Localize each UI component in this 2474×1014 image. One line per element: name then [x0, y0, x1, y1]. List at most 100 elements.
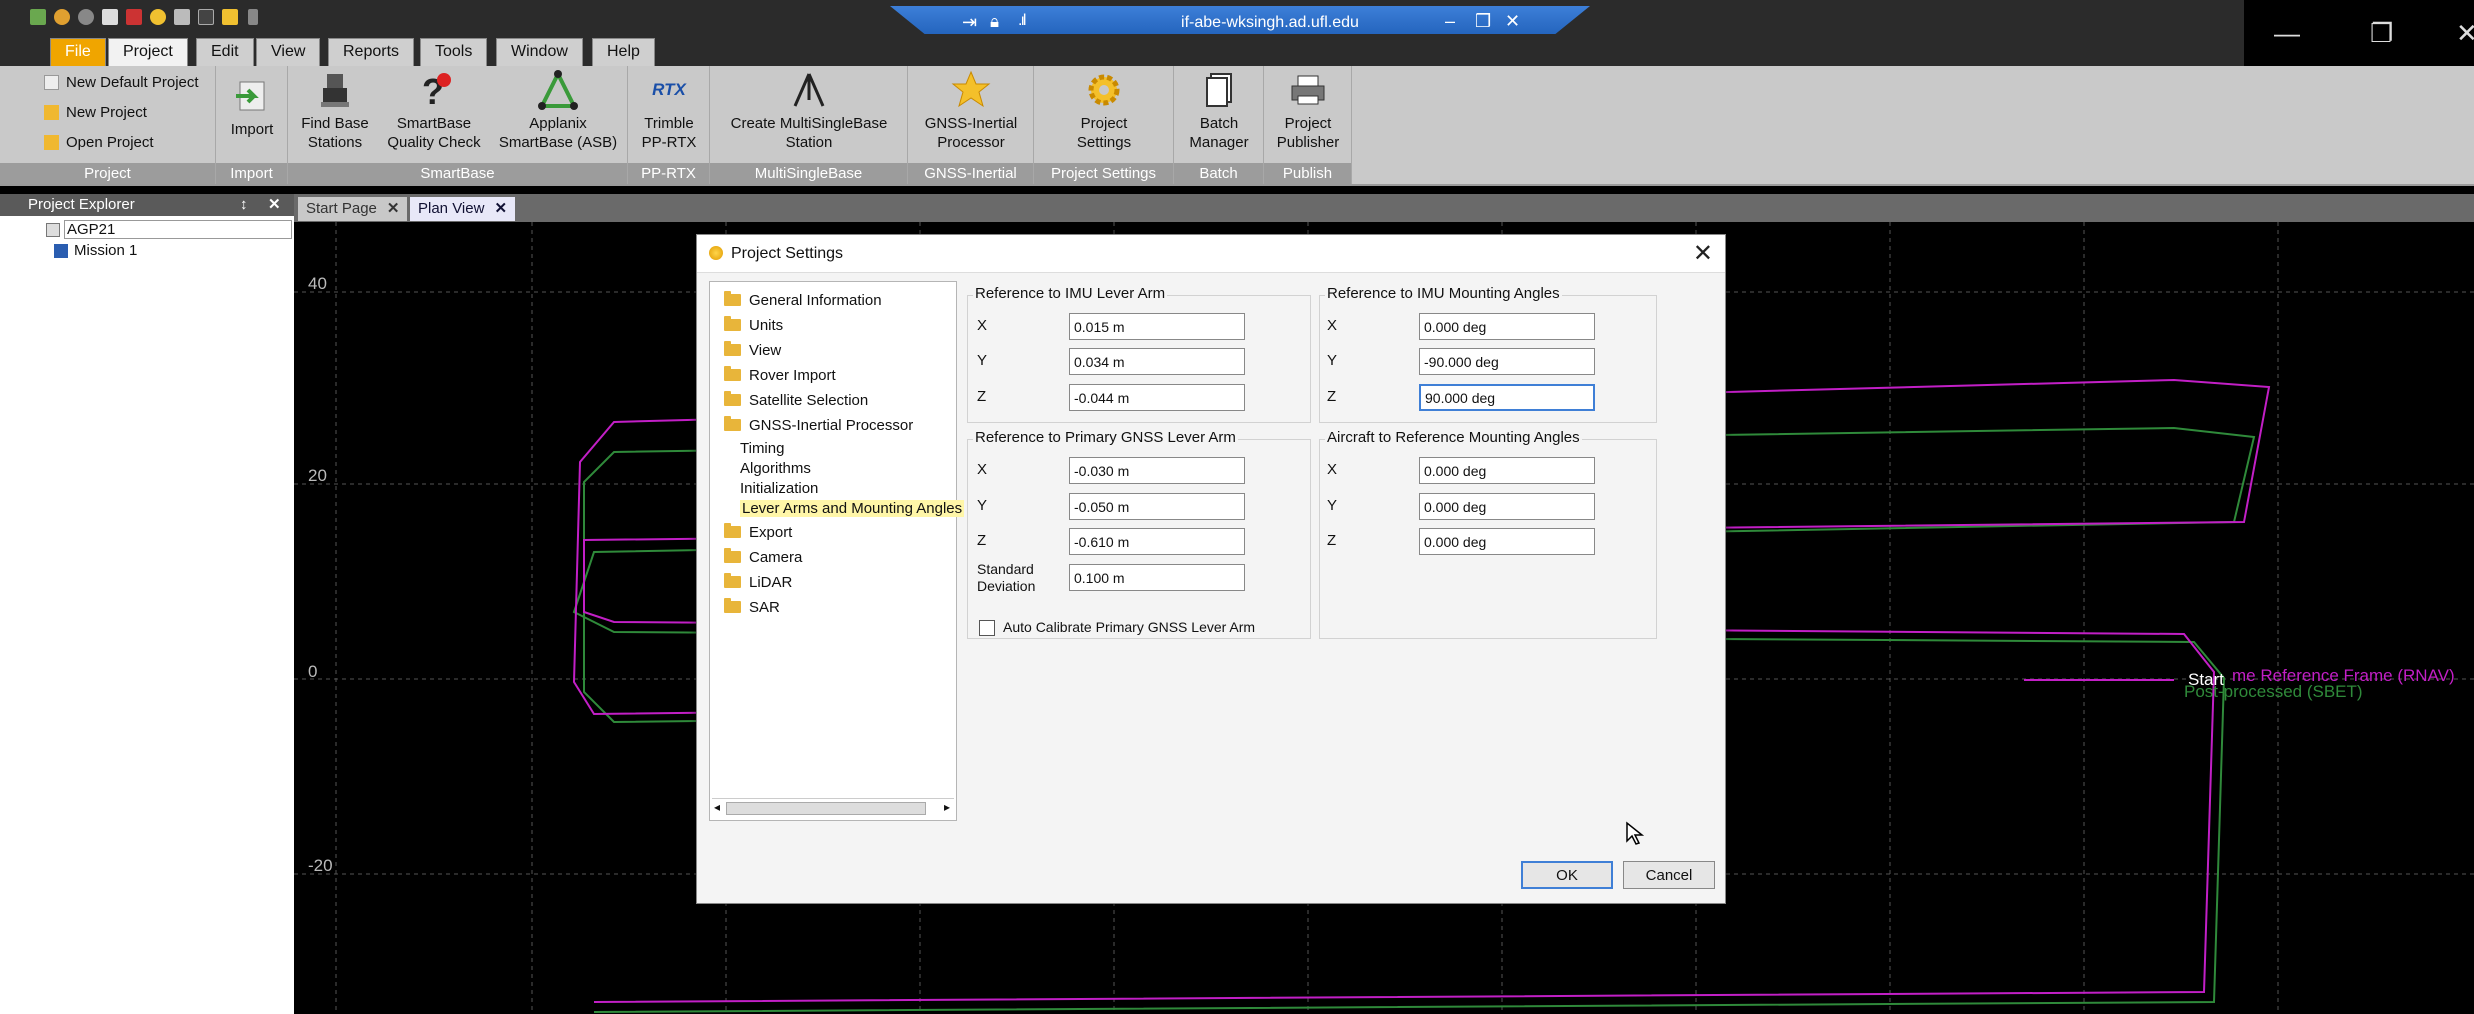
trimble-pprtx-button[interactable]: RTX Trimble PP-RTX — [636, 70, 702, 152]
tab-edit[interactable]: Edit — [196, 38, 254, 66]
imu-angle-y-input[interactable] — [1419, 348, 1595, 375]
tree-node-lever-arms-and-mounting-angles[interactable]: Lever Arms and Mounting Angles — [740, 500, 965, 517]
batch-manager-button[interactable]: Batch Manager — [1182, 70, 1256, 152]
save-icon[interactable] — [126, 9, 142, 25]
tab-view[interactable]: View — [256, 38, 321, 66]
tab-help[interactable]: Help — [592, 38, 655, 66]
imu-lever-z-input[interactable] — [1069, 384, 1245, 411]
lock-icon[interactable]: 🔒︎ — [990, 12, 999, 32]
tree-node-rover-import[interactable]: Rover Import — [724, 366, 836, 384]
new-default-project-button[interactable]: New Default Project — [44, 74, 199, 91]
auto-calibrate-label[interactable]: Auto Calibrate Primary GNSS Lever Arm — [1003, 619, 1255, 635]
applanix-smartbase-button[interactable]: Applanix SmartBase (ASB) — [494, 70, 622, 152]
tree-node-timing[interactable]: Timing — [740, 440, 784, 457]
printer-icon — [1291, 75, 1325, 105]
project-publisher-button[interactable]: Project Publisher — [1272, 70, 1344, 152]
tab-start-page[interactable]: Start Page ✕ — [298, 197, 408, 221]
imu-angle-z-label: Z — [1327, 388, 1337, 405]
imu-angle-y-label: Y — [1327, 352, 1338, 369]
tree-node-algorithms[interactable]: Algorithms — [740, 460, 811, 477]
tree-node-camera[interactable]: Camera — [724, 548, 802, 566]
imu-lever-x-label: X — [977, 317, 988, 334]
tab-reports[interactable]: Reports — [328, 38, 415, 66]
close-button[interactable]: ✕ — [2456, 18, 2474, 49]
minimize-button[interactable]: — — [2274, 18, 2300, 49]
tree-item-project[interactable]: AGP21 — [64, 220, 292, 239]
gnss-lever-z-input[interactable] — [1069, 528, 1245, 555]
scroll-thumb[interactable] — [726, 802, 926, 815]
dialog-close-button[interactable]: ✕ — [1693, 239, 1713, 268]
publish-line2: Publisher — [1276, 134, 1340, 151]
aircraft-angle-z-input[interactable] — [1419, 528, 1595, 555]
tree-node-view[interactable]: View — [724, 341, 782, 359]
cancel-button[interactable]: Cancel — [1623, 861, 1715, 889]
ribbon-group-batch: Batch Manager Batch — [1174, 66, 1264, 184]
restore-button[interactable]: ❐ — [2370, 18, 2393, 49]
import-button[interactable]: Import — [224, 76, 280, 139]
redo-icon[interactable] — [78, 9, 94, 25]
gnss-lever-x-input[interactable] — [1069, 457, 1245, 484]
msb-line1: Create MultiSingleBase — [730, 115, 888, 132]
tree-node-sar[interactable]: SAR — [724, 598, 780, 616]
project-settings-button[interactable]: Project Settings — [1042, 70, 1166, 152]
tree-node-gnss-inertial-processor[interactable]: GNSS-Inertial Processor — [724, 416, 913, 434]
tree-horizontal-scrollbar[interactable]: ◂ ▸ — [712, 798, 954, 818]
find-base-stations-button[interactable]: Find Base Stations — [298, 70, 372, 152]
create-multisinglebase-button[interactable]: Create MultiSingleBase Station — [718, 70, 900, 152]
tab-project[interactable]: Project — [108, 38, 188, 66]
aircraft-angle-y-input[interactable] — [1419, 493, 1595, 520]
tree-node-lidar[interactable]: LiDAR — [724, 573, 792, 591]
tab-plan-view[interactable]: Plan View ✕ — [410, 197, 516, 221]
tab-tools[interactable]: Tools — [420, 38, 488, 66]
document-icon[interactable] — [174, 9, 190, 25]
auto-calibrate-checkbox[interactable] — [979, 620, 995, 636]
customize-toolbar-icon[interactable] — [248, 9, 258, 25]
tree-node-satellite-selection[interactable]: Satellite Selection — [724, 391, 868, 409]
tab-window[interactable]: Window — [496, 38, 583, 66]
scroll-left-icon[interactable]: ◂ — [714, 800, 720, 814]
remote-host: if-abe-wksingh.ad.ufl.edu — [1181, 14, 1359, 31]
ok-button[interactable]: OK — [1521, 861, 1613, 889]
folder-icon — [724, 366, 741, 381]
open-project-label: Open Project — [66, 134, 154, 151]
open-project-button[interactable]: Open Project — [44, 134, 154, 151]
standard-deviation-input[interactable] — [1069, 564, 1245, 591]
pin-icon[interactable]: ⇥ — [962, 12, 977, 33]
star-icon — [951, 70, 991, 108]
imu-angle-z-input[interactable] — [1419, 384, 1595, 411]
tab-file[interactable]: File — [50, 38, 106, 66]
dialog-title: Project Settings — [731, 245, 844, 262]
aircraft-angle-x-input[interactable] — [1419, 457, 1595, 484]
gnss-inertial-processor-button[interactable]: GNSS-Inertial Processor — [916, 70, 1026, 152]
imu-angle-x-input[interactable] — [1419, 313, 1595, 340]
smartbase-quality-check-button[interactable]: ? SmartBase Quality Check — [382, 70, 486, 152]
close-tab-icon[interactable]: ✕ — [494, 200, 507, 217]
new-project-button[interactable]: New Project — [44, 104, 147, 121]
undo-icon[interactable] — [54, 9, 70, 25]
tree-node-general-information[interactable]: General Information — [724, 291, 882, 309]
close-panel-button[interactable]: ✕ — [268, 195, 281, 213]
scroll-right-icon[interactable]: ▸ — [944, 800, 950, 814]
new-file-icon[interactable] — [102, 9, 118, 25]
folder-icon — [724, 391, 741, 406]
tree-node-label: View — [749, 342, 782, 359]
imu-lever-x-input[interactable] — [1069, 313, 1245, 340]
gnss-lever-y-input[interactable] — [1069, 493, 1245, 520]
tree-node-export[interactable]: Export — [724, 523, 792, 541]
remote-restore-button[interactable]: ❒ — [1475, 11, 1491, 32]
monitor-icon[interactable] — [198, 9, 214, 25]
pin-panel-icon[interactable]: ↕ — [240, 196, 248, 213]
remote-minimize-button[interactable]: – — [1445, 11, 1455, 32]
grid-icon[interactable] — [222, 9, 238, 25]
settings-icon[interactable] — [150, 9, 166, 25]
aircraft-angle-z-label: Z — [1327, 532, 1337, 549]
tree-node-initialization[interactable]: Initialization — [740, 480, 818, 497]
settings-icon — [709, 246, 723, 260]
sbet-label: Post-processed (SBET) — [2184, 682, 2363, 701]
imu-lever-y-input[interactable] — [1069, 348, 1245, 375]
tree-item-mission[interactable]: Mission 1 — [74, 242, 137, 259]
remote-close-button[interactable]: ✕ — [1505, 11, 1520, 32]
close-tab-icon[interactable]: ✕ — [387, 200, 400, 217]
batch-line1: Batch — [1199, 115, 1239, 132]
tree-node-units[interactable]: Units — [724, 316, 783, 334]
